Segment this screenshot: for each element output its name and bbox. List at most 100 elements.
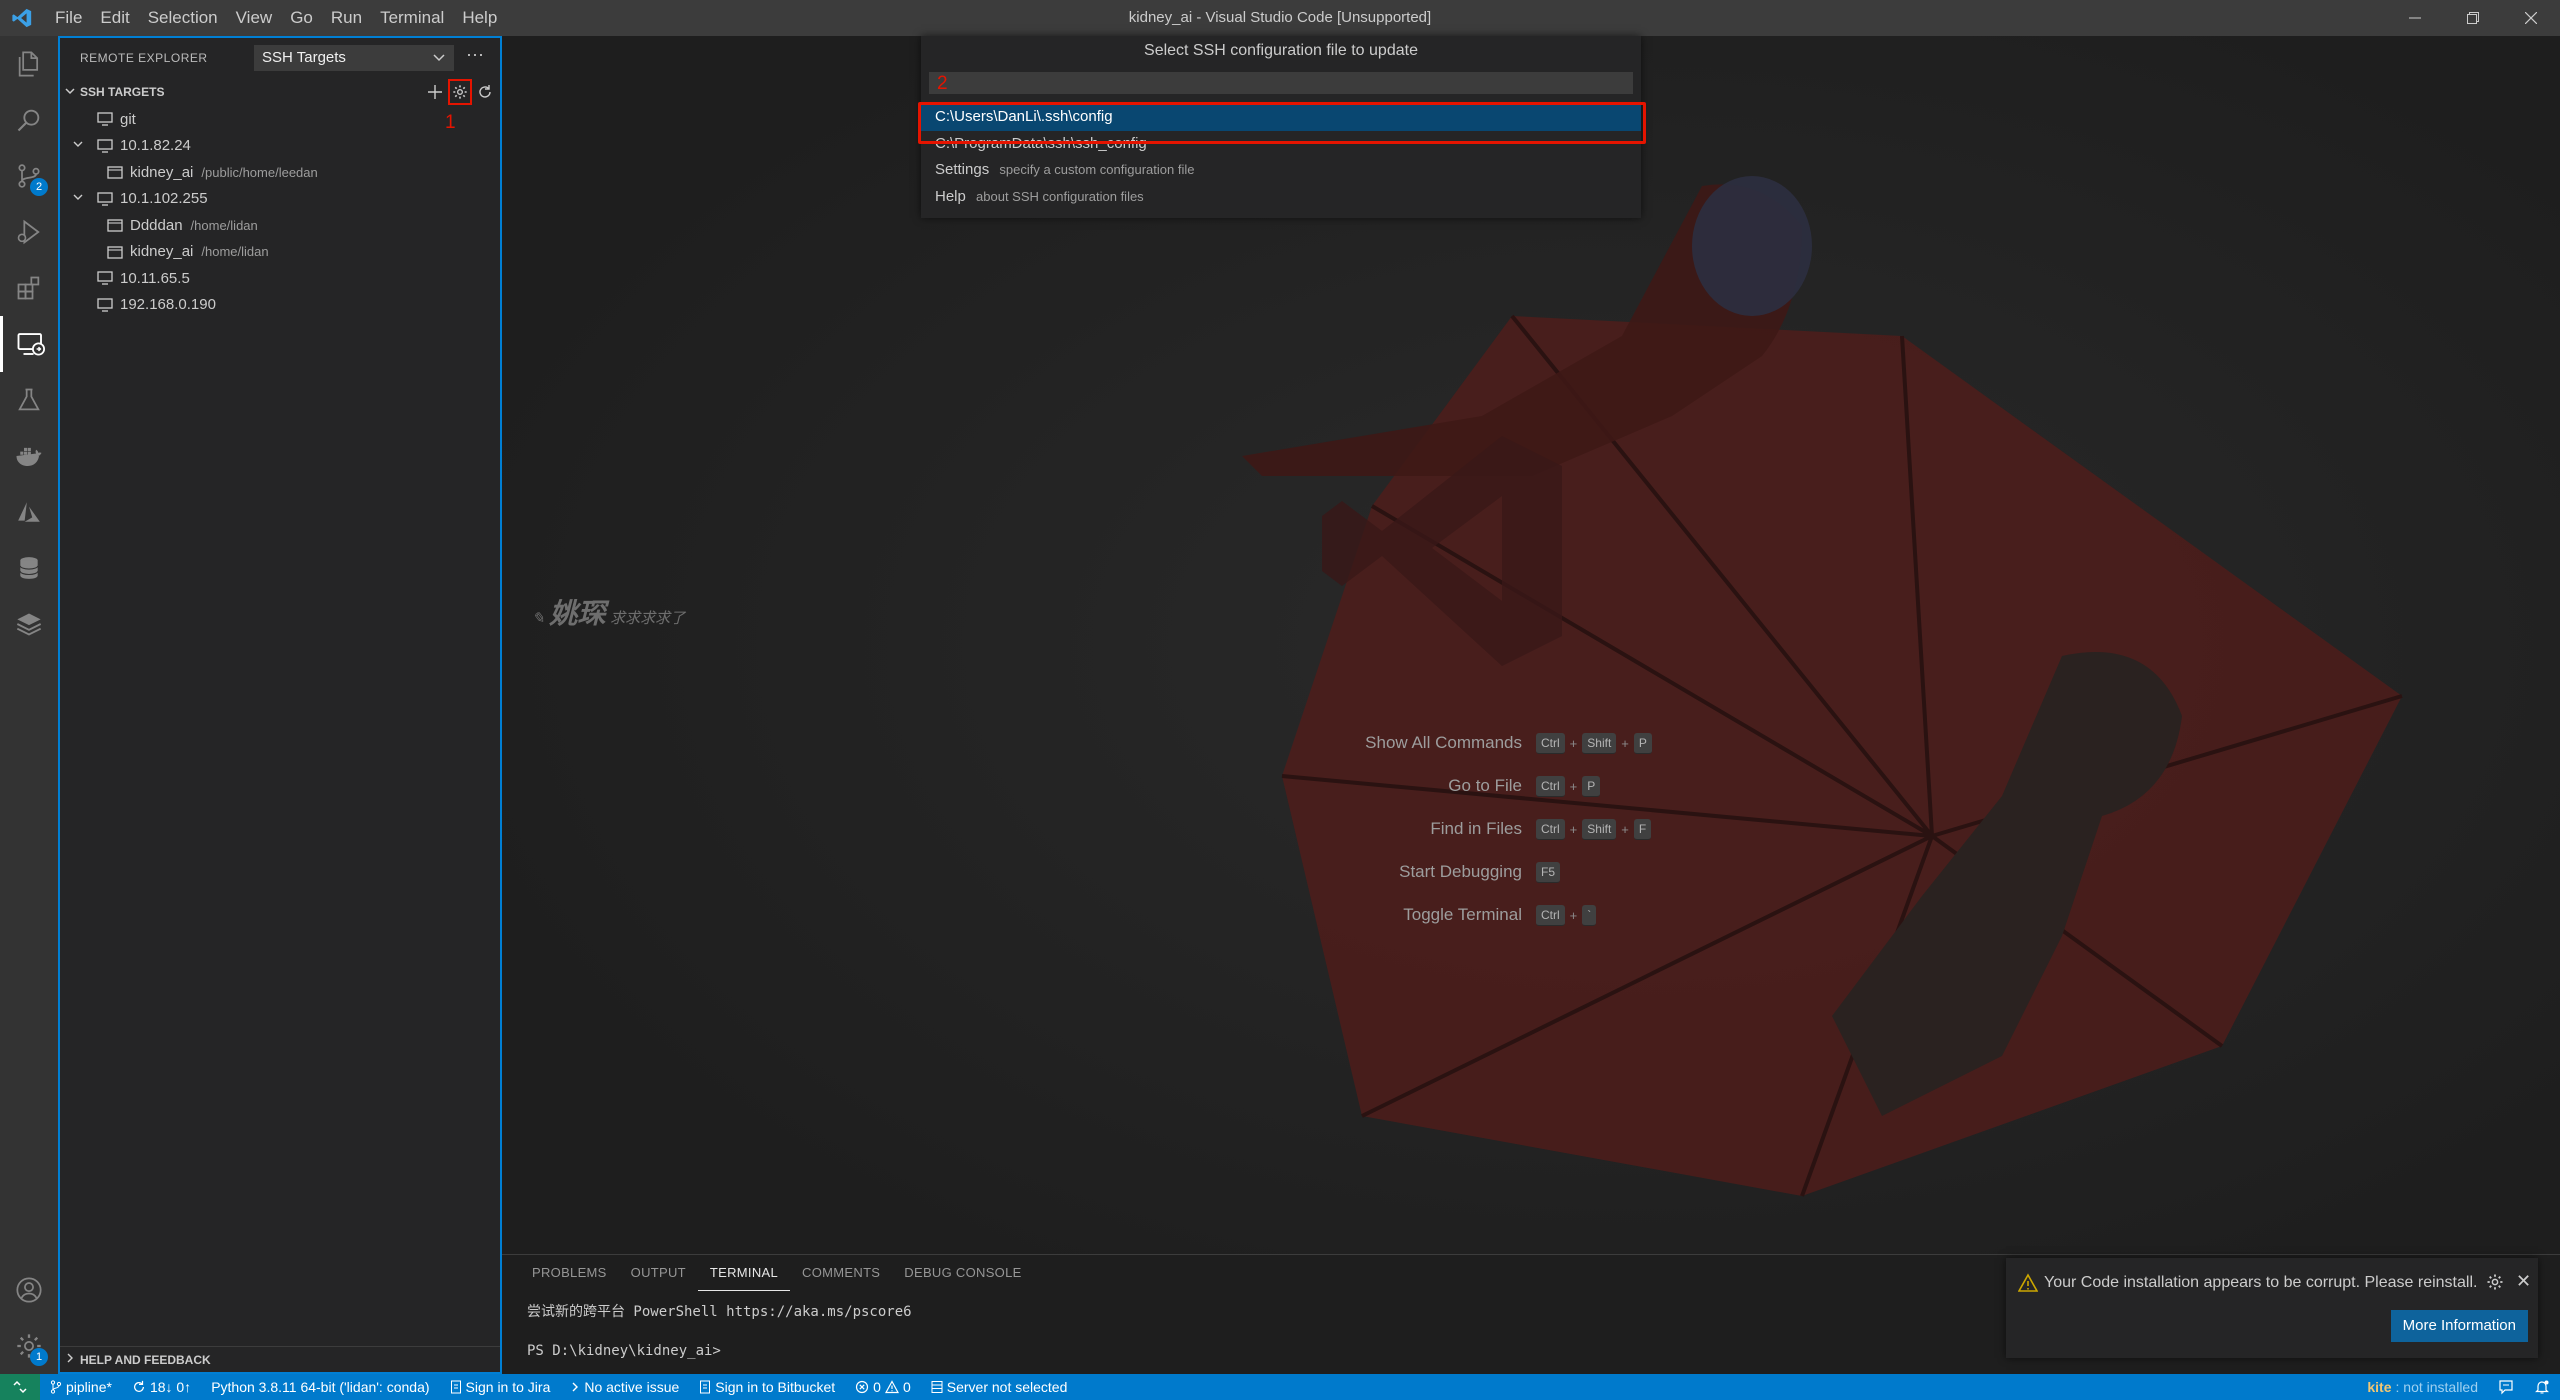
restore-button[interactable] [2444, 0, 2502, 36]
key: Ctrl [1536, 732, 1565, 754]
chevron-right-icon [60, 1352, 80, 1367]
run-debug-button[interactable] [0, 204, 58, 260]
background-artwork [502, 36, 2560, 1254]
server-icon [931, 1381, 943, 1393]
quick-pick-item-help[interactable]: Help about SSH configuration files [921, 184, 1641, 211]
sync-status[interactable]: 18↓ 0↑ [122, 1379, 201, 1395]
section-actions [422, 79, 498, 105]
editor-area: ✎ 姚琛 求求求求了 Show All Commands Ctrl + Shift… [502, 36, 2560, 1254]
more-actions-icon[interactable]: ··· [466, 44, 484, 65]
testing-button[interactable] [0, 372, 58, 428]
python-interpreter-status[interactable]: Python 3.8.11 64-bit ('lidan': conda) [201, 1379, 439, 1395]
tree-item-folder-kidney-ai[interactable]: kidney_ai /public/home/leedan [60, 159, 500, 186]
tree-item-host-10-1-82-24[interactable]: 10.1.82.24 [60, 133, 500, 160]
add-icon [428, 85, 442, 99]
tree-item-host-10-1-102-255[interactable]: 10.1.102.255 [60, 186, 500, 213]
shortcut-label: Find in Files [1430, 819, 1522, 838]
layers-button[interactable] [0, 596, 58, 652]
accounts-button[interactable] [0, 1262, 58, 1318]
status-bar: pipline* 18↓ 0↑ Python 3.8.11 64-bit ('l… [0, 1374, 2560, 1400]
tree-item-host-10-11-65-5[interactable]: 10.11.65.5 [60, 265, 500, 292]
close-window-button[interactable] [2502, 0, 2560, 36]
close-notification-icon[interactable]: ✕ [2516, 1271, 2531, 1292]
quick-pick-input[interactable] [929, 72, 1633, 94]
gear-icon [453, 85, 467, 99]
help-and-feedback-section[interactable]: HELP AND FEEDBACK [60, 1346, 500, 1372]
shortcut-show-all-commands: Show All Commands Ctrl + Shift + P [502, 730, 1652, 756]
tree-item-path: /public/home/leedan [201, 164, 318, 180]
bell-icon [2535, 1380, 2549, 1394]
configure-ssh-button[interactable] [448, 79, 472, 105]
signature-watermark: ✎ 姚琛 求求求求了 [532, 597, 686, 630]
extensions-button[interactable] [0, 260, 58, 316]
azure-button[interactable] [0, 484, 58, 540]
refresh-button[interactable] [472, 80, 498, 104]
tree-item-label: 10.1.102.255 [120, 190, 208, 208]
menu-terminal[interactable]: Terminal [371, 0, 453, 36]
menu-go[interactable]: Go [281, 0, 322, 36]
minimize-icon [2409, 17, 2421, 19]
add-new-ssh-host-button[interactable] [422, 80, 448, 104]
sync-icon [133, 1380, 144, 1392]
remote-explorer-button[interactable] [0, 316, 58, 372]
annotation-highlight-box [918, 102, 1646, 144]
jira-sign-in[interactable]: Sign in to Jira [440, 1379, 561, 1395]
branch-status[interactable]: pipline* [40, 1379, 122, 1395]
problems-status[interactable]: 0 0 [845, 1379, 921, 1395]
branch-name: pipline* [66, 1379, 112, 1395]
bitbucket-sign-in[interactable]: Sign in to Bitbucket [689, 1379, 845, 1395]
shortcut-label: Toggle Terminal [1403, 905, 1522, 924]
menu-run[interactable]: Run [322, 0, 371, 36]
menu-edit[interactable]: Edit [91, 0, 138, 36]
tab-output[interactable]: OUTPUT [619, 1255, 698, 1291]
quick-pick-item-settings[interactable]: Settings specify a custom configuration … [921, 157, 1641, 184]
notifications-button[interactable] [2524, 1379, 2560, 1395]
menu-help[interactable]: Help [453, 0, 506, 36]
ssh-targets-section-header[interactable]: SSH TARGETS [60, 79, 500, 105]
monitor-icon [94, 189, 116, 209]
manage-button[interactable]: 1 [0, 1318, 58, 1374]
key: P [1633, 732, 1652, 754]
feedback-button[interactable] [2488, 1379, 2524, 1395]
tree-item-folder-kidney-ai-2[interactable]: kidney_ai /home/lidan [60, 239, 500, 266]
menu-file[interactable]: File [46, 0, 91, 36]
source-control-button[interactable]: 2 [0, 148, 58, 204]
menu-view[interactable]: View [227, 0, 282, 36]
remote-type-dropdown[interactable]: SSH Targets [254, 45, 454, 71]
shortcut-start-debugging: Start Debugging F5 [502, 859, 1561, 885]
tree-item-host-git[interactable]: git [60, 106, 500, 133]
tab-debug-console[interactable]: DEBUG CONSOLE [892, 1255, 1033, 1291]
jira-label: Sign in to Jira [465, 1379, 551, 1395]
database-button[interactable] [0, 540, 58, 596]
bitbucket-label: Sign in to Bitbucket [715, 1379, 836, 1395]
chevron-down-icon[interactable] [70, 138, 86, 153]
tree-item-label: kidney_ai [130, 243, 194, 261]
explorer-button[interactable] [0, 36, 58, 92]
search-button[interactable] [0, 92, 58, 148]
server-status[interactable]: Server not selected [921, 1379, 1078, 1395]
azure-icon [18, 502, 40, 522]
item-description: about SSH configuration files [976, 188, 1144, 204]
remote-indicator-button[interactable] [0, 1374, 40, 1400]
vscode-logo-icon [4, 0, 40, 36]
chevron-right-icon [572, 1382, 579, 1392]
more-information-button[interactable]: More Information [2390, 1310, 2528, 1342]
kite-status[interactable]: kite: not installed [2357, 1379, 2488, 1395]
active-issue-status[interactable]: No active issue [560, 1379, 689, 1395]
notification-settings-icon[interactable] [2486, 1273, 2504, 1296]
error-count: 0 [873, 1379, 881, 1395]
chevron-down-icon[interactable] [70, 191, 86, 206]
feedback-icon [2499, 1380, 2513, 1395]
tab-problems[interactable]: PROBLEMS [520, 1255, 619, 1291]
tree-item-folder-ddddan[interactable]: Ddddan /home/lidan [60, 212, 500, 239]
remote-explorer-icon [17, 333, 45, 356]
tree-item-host-192-168-0-190[interactable]: 192.168.0.190 [60, 292, 500, 319]
menu-selection[interactable]: Selection [139, 0, 227, 36]
minimize-button[interactable] [2386, 0, 2444, 36]
docker-button[interactable] [0, 428, 58, 484]
tab-terminal[interactable]: TERMINAL [697, 1256, 791, 1291]
key: F [1633, 818, 1652, 840]
key: ` [1582, 904, 1597, 926]
account-icon [16, 1277, 42, 1303]
tab-comments[interactable]: COMMENTS [790, 1255, 892, 1291]
